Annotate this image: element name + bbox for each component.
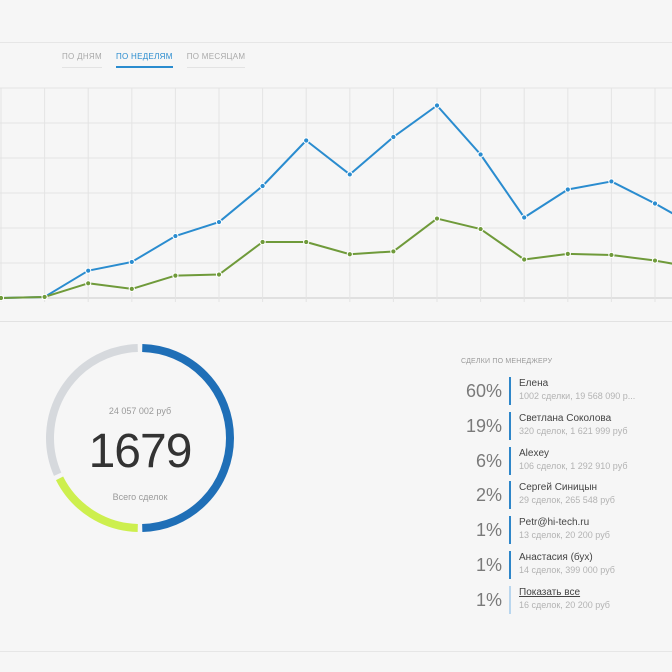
total-deals-caption: Всего сделок [112, 492, 168, 502]
manager-bar [509, 377, 511, 405]
manager-percent: 60% [465, 381, 502, 401]
manager-row[interactable]: 19% Светлана Соколова 320 сделок, 1 621 … [460, 411, 672, 446]
donut-segment-2 [55, 476, 138, 532]
manager-bar [509, 446, 511, 475]
data-point [564, 186, 571, 193]
manager-name: Alexey [519, 447, 550, 459]
data-point [521, 214, 528, 221]
manager-detail: 13 сделок, 20 200 руб [519, 530, 610, 541]
data-point [215, 218, 223, 226]
manager-name: Petr@hi-tech.ru [519, 517, 590, 529]
manager-detail: 320 сделок, 1 621 999 руб [519, 425, 628, 436]
data-point [172, 272, 179, 279]
data-point [0, 294, 5, 302]
manager-percent: 1% [475, 520, 502, 541]
section-divider [0, 321, 672, 322]
manager-percent: 1% [475, 589, 502, 610]
manager-detail: 16 сделок, 20 200 руб [519, 599, 610, 610]
manager-percent: 19% [465, 415, 502, 436]
data-point [608, 251, 615, 259]
data-point [215, 271, 223, 278]
deals-donut: 24 057 002 руб 1679 Всего сделок [40, 328, 240, 548]
manager-row[interactable]: 6% Alexey 106 сделок, 1 292 910 руб [460, 446, 672, 481]
manager-name: Елена [519, 378, 549, 389]
data-point [41, 293, 48, 301]
manager-percent: 6% [475, 450, 502, 471]
deals-line-chart [0, 80, 672, 315]
tab-by-months[interactable]: ПО МЕСЯЦАМ [186, 52, 246, 68]
manager-name: Анастасия (бух) [519, 551, 593, 563]
data-point [564, 250, 571, 257]
manager-row[interactable]: 1% Petr@hi-tech.ru 13 сделок, 20 200 руб [460, 515, 672, 550]
data-point [259, 238, 266, 246]
data-point [172, 232, 179, 240]
data-point [303, 238, 310, 246]
data-point [346, 171, 353, 178]
manager-detail: 14 сделок, 399 000 руб [519, 564, 615, 575]
tab-by-days[interactable]: ПО ДНЯМ [62, 52, 102, 68]
data-point [608, 178, 615, 185]
data-point [433, 102, 441, 109]
data-point [259, 182, 266, 190]
total-amount: 24 057 002 руб [108, 406, 172, 416]
top-divider [0, 42, 672, 43]
series-line-1 [0, 104, 672, 299]
manager-bar [509, 411, 511, 440]
data-point [346, 251, 353, 258]
data-point [303, 137, 310, 144]
data-point [390, 133, 397, 141]
manager-bar [509, 585, 511, 614]
manager-detail: 1002 сделки, 19 568 090 р... [519, 391, 636, 401]
manager-name: Светлана Соколова [519, 412, 612, 424]
manager-percent: 1% [475, 554, 502, 575]
managers-list: 60% Елена 1002 сделки, 19 568 090 р... 1… [460, 376, 672, 620]
manager-row[interactable]: 60% Елена 1002 сделки, 19 568 090 р... [460, 376, 672, 411]
manager-name: Сергей Синицын [519, 482, 598, 494]
manager-detail: 106 сделок, 1 292 910 руб [519, 460, 628, 471]
manager-row[interactable]: 1% Анастасия (бух) 14 сделок, 399 000 ру… [460, 550, 672, 585]
tab-by-weeks[interactable]: ПО НЕДЕЛЯМ [115, 52, 173, 68]
data-point [390, 248, 397, 255]
manager-row[interactable]: 2% Сергей Синицын 29 сделок, 265 548 руб [460, 480, 672, 515]
bottom-divider [0, 651, 672, 652]
total-deals-count: 1679 [88, 425, 193, 478]
period-tabs: ПО ДНЯМ ПО НЕДЕЛЯМ ПО МЕСЯЦАМ [62, 52, 246, 68]
series-line-2 [0, 217, 672, 299]
manager-bar [509, 516, 511, 545]
data-point [85, 280, 92, 287]
data-point [128, 285, 135, 292]
data-point [433, 215, 441, 222]
data-point [477, 225, 484, 233]
data-point [85, 267, 92, 274]
line-chart-svg [0, 87, 672, 302]
managers-title: СДЕЛКИ ПО МЕНЕДЖЕРУ [461, 358, 553, 365]
data-point [651, 200, 659, 207]
manager-bar [509, 550, 511, 579]
manager-detail: 29 сделок, 265 548 руб [519, 495, 615, 506]
show-all-link[interactable]: Показать все [519, 587, 580, 598]
manager-bar [509, 481, 511, 510]
data-point [477, 151, 484, 158]
data-point [651, 257, 659, 264]
manager-percent: 2% [475, 485, 502, 506]
data-point [521, 256, 528, 263]
show-all-row: 1% Показать все 16 сделок, 20 200 руб [460, 585, 672, 620]
data-point [128, 258, 135, 266]
